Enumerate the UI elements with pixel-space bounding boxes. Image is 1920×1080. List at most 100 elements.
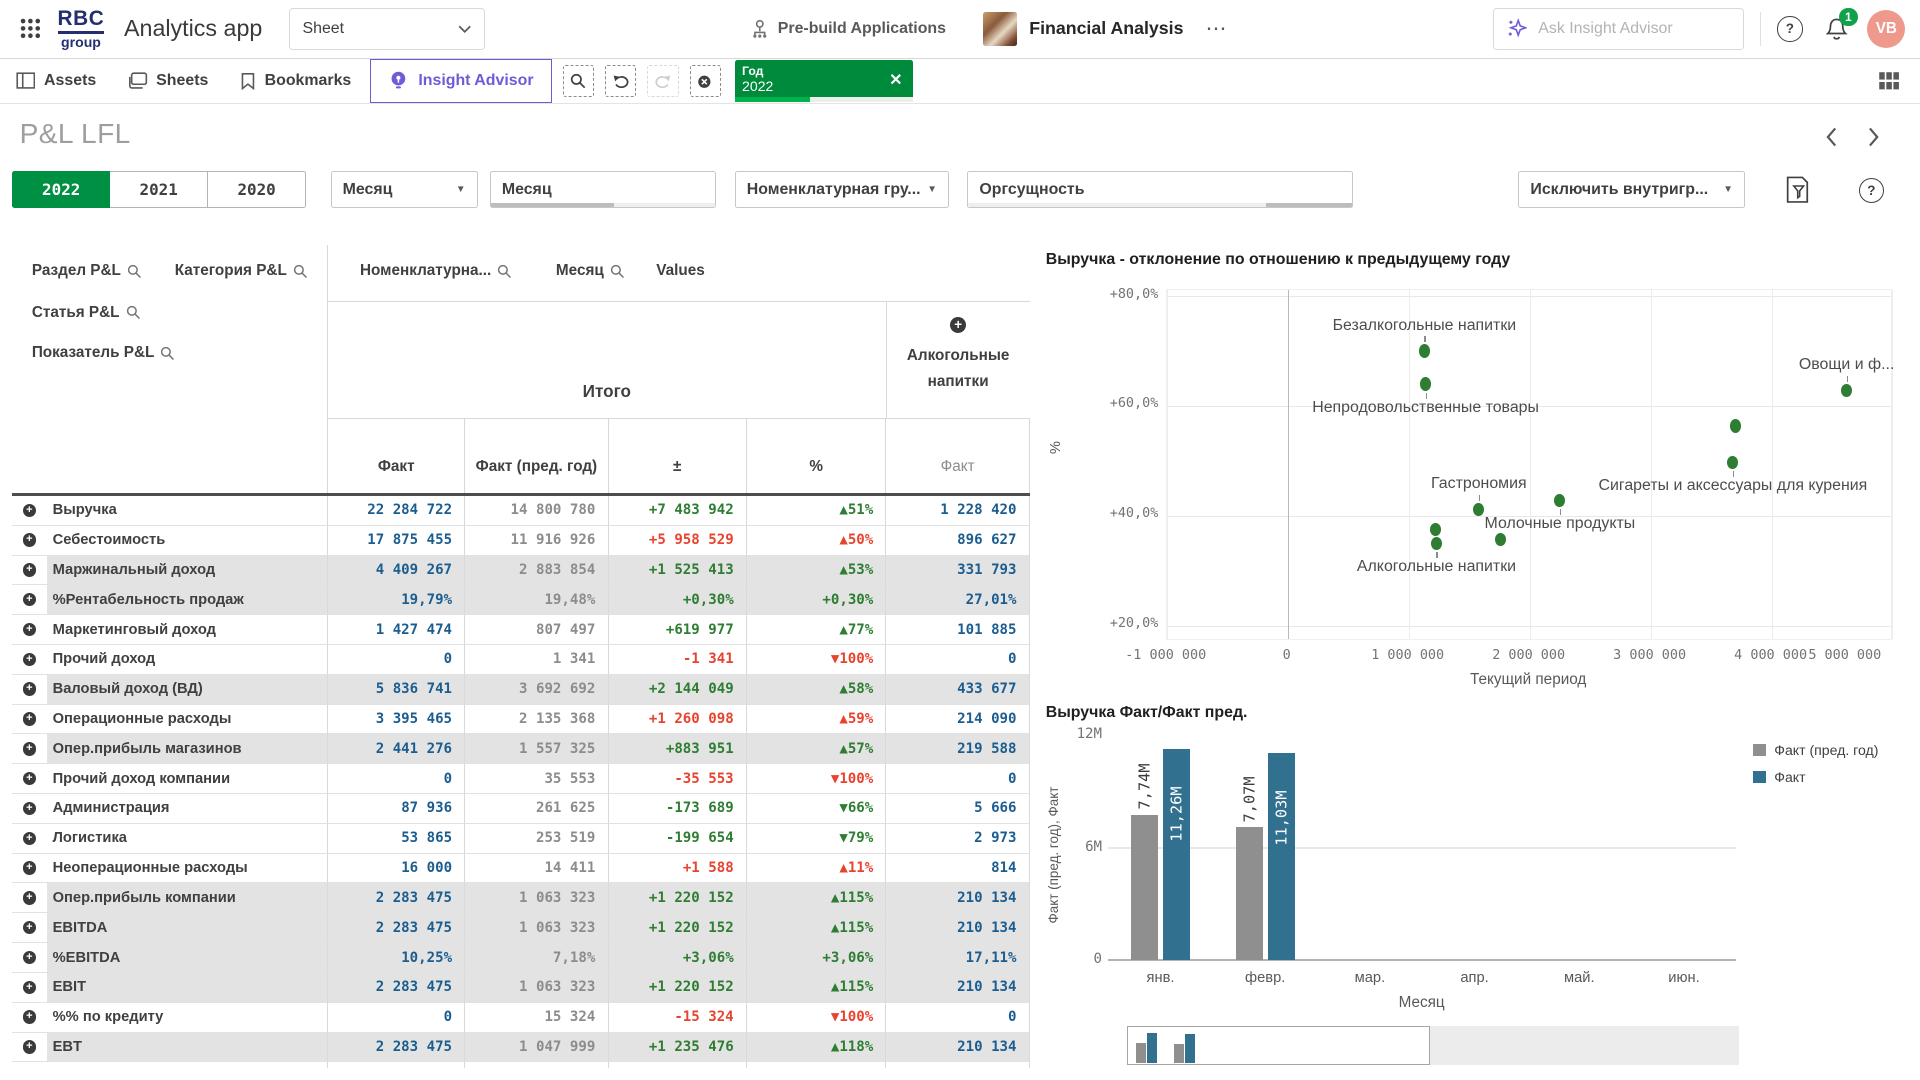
- expand-row-icon[interactable]: +: [23, 682, 36, 695]
- table-row[interactable]: +%% по кредиту015 324-15 324▼100%0: [12, 1003, 1030, 1033]
- expand-row-icon[interactable]: +: [23, 891, 36, 904]
- row-label[interactable]: EBIT: [47, 973, 329, 1003]
- sheet-help-icon[interactable]: ?: [1859, 178, 1884, 203]
- row-label[interactable]: Прочий доход: [47, 645, 329, 675]
- listbox-scrollbar[interactable]: [491, 203, 716, 207]
- table-row[interactable]: +Валовый доход (ВД)5 836 7413 692 692+2 …: [12, 675, 1030, 705]
- expand-row-icon[interactable]: +: [23, 802, 36, 815]
- expand-row-icon[interactable]: +: [23, 653, 36, 666]
- app-launcher-icon[interactable]: [20, 18, 41, 39]
- table-row[interactable]: +Налог на прибыль0144 049-144 049▼100%0: [12, 1062, 1030, 1067]
- nomenclature-dropdown[interactable]: Номенклатурная гру... ▼: [735, 171, 949, 208]
- row-label[interactable]: Маркетинговый доход: [47, 615, 329, 645]
- expand-row-icon[interactable]: +: [23, 861, 36, 874]
- measure-header-4[interactable]: Факт: [886, 419, 1029, 496]
- clear-selections-button[interactable]: [690, 65, 721, 96]
- table-row[interactable]: +Прочий доход компании035 553-35 553▼100…: [12, 764, 1030, 794]
- row-label[interactable]: Неоперационные расходы: [47, 854, 329, 884]
- pivot-dimension-Раздел-P&L[interactable]: Раздел P&L: [32, 262, 142, 280]
- table-row[interactable]: +Маркетинговый доход1 427 474807 497+619…: [12, 615, 1030, 645]
- table-row[interactable]: +Операционные расходы3 395 4652 135 368+…: [12, 705, 1030, 735]
- row-label[interactable]: Опер.прибыль магазинов: [47, 734, 329, 764]
- scatter-point[interactable]: [1431, 537, 1442, 550]
- exclude-intragroup-dropdown[interactable]: Исключить внутригр... ▼: [1518, 171, 1745, 208]
- pivot-dimension-Статья-P&L[interactable]: Статья P&L: [32, 304, 141, 322]
- step-forward-button[interactable]: [647, 65, 678, 96]
- expand-row-icon[interactable]: +: [23, 1010, 36, 1023]
- expand-group-icon[interactable]: +: [950, 317, 966, 333]
- scatter-point[interactable]: [1473, 503, 1484, 516]
- notifications-button[interactable]: 1: [1825, 17, 1848, 41]
- measure-header-1[interactable]: Факт (пред. год): [465, 419, 608, 496]
- expand-row-icon[interactable]: +: [23, 981, 36, 994]
- legend-item-Факт[interactable]: Факт: [1753, 769, 1805, 785]
- expand-row-icon[interactable]: +: [23, 712, 36, 725]
- search-icon[interactable]: [610, 264, 625, 279]
- expand-row-icon[interactable]: +: [23, 1040, 36, 1053]
- row-label[interactable]: Опер.прибыль компании: [47, 883, 329, 913]
- scatter-point[interactable]: [1420, 377, 1431, 390]
- row-label[interactable]: %% по кредиту: [47, 1003, 329, 1033]
- scatter-point[interactable]: [1730, 419, 1741, 432]
- sheet-selector-dropdown[interactable]: Sheet: [289, 8, 485, 50]
- scatter-point[interactable]: [1430, 523, 1441, 536]
- measure-header-3[interactable]: %: [747, 419, 887, 496]
- next-sheet-icon[interactable]: [1865, 126, 1882, 148]
- row-label[interactable]: %Рентабельность продаж: [47, 585, 329, 615]
- table-row[interactable]: +Администрация87 936261 625-173 689▼66%5…: [12, 794, 1030, 824]
- insight-advisor-button[interactable]: Insight Advisor: [370, 59, 552, 103]
- table-row[interactable]: +%EBITDA10,25%7,18%+3,06%+3,06%17,11%: [12, 943, 1030, 973]
- row-label[interactable]: EBT: [47, 1033, 329, 1063]
- month-listbox[interactable]: Месяц: [490, 171, 717, 208]
- expand-row-icon[interactable]: +: [23, 593, 36, 606]
- pivot-values-header[interactable]: Values: [656, 262, 704, 280]
- search-icon[interactable]: [293, 264, 308, 279]
- row-label[interactable]: %EBITDA: [47, 943, 329, 973]
- year-tab-2020[interactable]: 2020: [208, 171, 306, 208]
- bookmarks-button[interactable]: Bookmarks: [224, 59, 367, 103]
- search-icon[interactable]: [160, 346, 175, 361]
- row-label[interactable]: Логистика: [47, 824, 329, 854]
- pivot-dimension-Показатель-P&L[interactable]: Показатель P&L: [32, 344, 175, 362]
- measure-header-0[interactable]: Факт: [328, 419, 465, 496]
- expand-row-icon[interactable]: +: [23, 504, 36, 517]
- row-label[interactable]: Выручка: [47, 496, 329, 526]
- insight-advisor-search-input[interactable]: Ask Insight Advisor: [1493, 8, 1744, 50]
- row-label[interactable]: Операционные расходы: [47, 705, 329, 735]
- table-row[interactable]: +Опер.прибыль компании2 283 4751 063 323…: [12, 883, 1030, 913]
- row-label[interactable]: Валовый доход (ВД): [47, 675, 329, 705]
- search-icon[interactable]: [126, 305, 141, 320]
- table-row[interactable]: +Логистика53 865253 519-199 654▼79%2 973: [12, 824, 1030, 854]
- expand-row-icon[interactable]: +: [23, 772, 36, 785]
- pivot-alco-group-header[interactable]: + Алкогольные напитки: [887, 302, 1030, 418]
- sheet-grid-view-icon[interactable]: [1878, 71, 1900, 91]
- scatter-point[interactable]: [1727, 456, 1738, 469]
- expand-row-icon[interactable]: +: [23, 563, 36, 576]
- table-row[interactable]: +Неоперационные расходы16 00014 411+1 58…: [12, 854, 1030, 884]
- search-icon[interactable]: [127, 264, 142, 279]
- app-thumbnail-image[interactable]: [983, 12, 1017, 46]
- previous-sheet-icon[interactable]: [1823, 126, 1840, 148]
- expand-row-icon[interactable]: +: [23, 533, 36, 546]
- pivot-total-group-header[interactable]: Итого: [328, 302, 886, 418]
- sheets-button[interactable]: Sheets: [112, 59, 224, 103]
- search-icon[interactable]: [497, 264, 512, 279]
- row-label[interactable]: Налог на прибыль: [47, 1062, 329, 1067]
- measure-header-2[interactable]: ±: [609, 419, 747, 496]
- scatter-point[interactable]: [1841, 384, 1852, 397]
- scatter-point[interactable]: [1554, 494, 1565, 507]
- year-tab-2021[interactable]: 2021: [110, 171, 208, 208]
- remove-selection-icon[interactable]: ✕: [889, 70, 902, 90]
- bar-Факт (пред. год)-янв.[interactable]: [1131, 815, 1158, 960]
- table-row[interactable]: +Прочий доход01 341-1 341▼100%0: [12, 645, 1030, 675]
- year-tab-2022[interactable]: 2022: [12, 171, 110, 208]
- expand-row-icon[interactable]: +: [23, 951, 36, 964]
- scatter-point[interactable]: [1495, 533, 1506, 546]
- expand-row-icon[interactable]: +: [23, 921, 36, 934]
- assets-button[interactable]: Assets: [0, 59, 112, 103]
- table-row[interactable]: +EBIT2 283 4751 063 323+1 220 152▲115%21…: [12, 973, 1030, 1003]
- month-dropdown[interactable]: Месяц ▼: [331, 171, 478, 208]
- row-label[interactable]: Маржинальный доход: [47, 556, 329, 586]
- row-label[interactable]: Администрация: [47, 794, 329, 824]
- step-back-button[interactable]: [605, 65, 636, 96]
